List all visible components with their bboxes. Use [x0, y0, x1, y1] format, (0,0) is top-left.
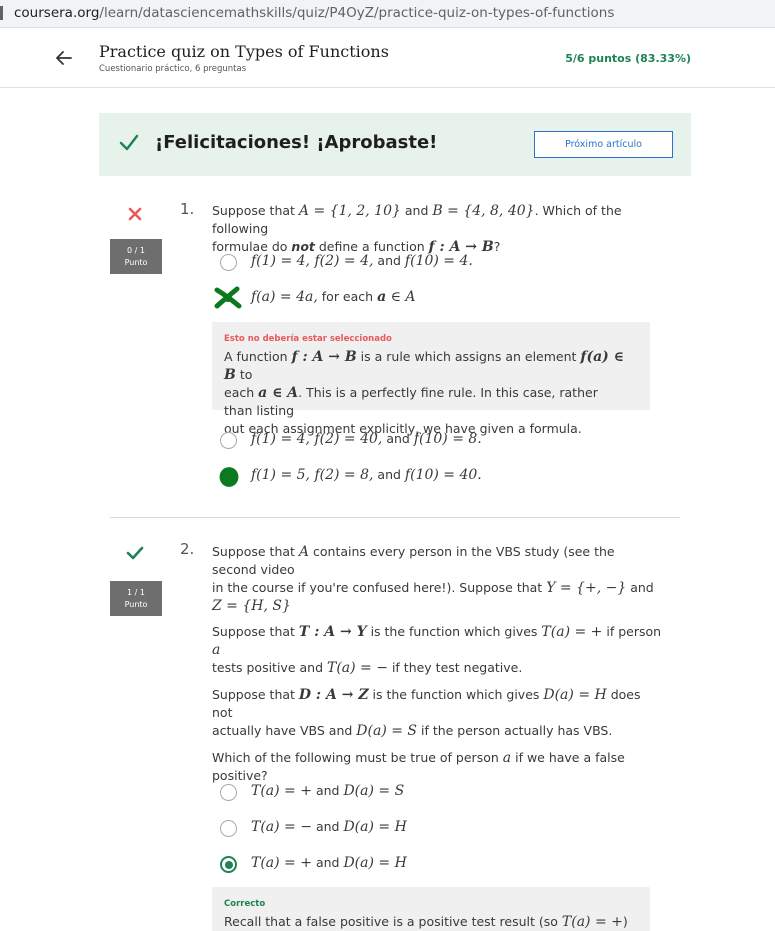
feedback-label: Correcto	[224, 899, 266, 909]
question-text: Suppose that A = {1, 2, 10} and B = {4, …	[212, 203, 622, 255]
question-number: 2.	[180, 540, 195, 558]
selected-mark-icon	[219, 467, 239, 487]
points-value: 1 / 1	[127, 588, 145, 597]
feedback-text: A function f : A → B is a rule which ass…	[224, 349, 625, 436]
points-unit: Punto	[124, 258, 148, 267]
url-text[interactable]: coursera.org/learn/datasciencemathskills…	[14, 5, 614, 21]
question-paragraph-1: Suppose that A contains every person in …	[212, 544, 654, 614]
check-icon	[119, 134, 139, 151]
radio-button[interactable]	[220, 432, 237, 449]
wrong-selection-x-icon	[214, 286, 242, 309]
radio-button[interactable]	[220, 254, 237, 271]
quiz-header: Practice quiz on Types of Functions Cues…	[0, 28, 775, 88]
points-value: 0 / 1	[127, 246, 145, 255]
score-text: 5/6 puntos (83.33%)	[565, 52, 691, 65]
feedback-text: Recall that a false positive is a positi…	[224, 914, 628, 930]
feedback-label: Esto no debería estar seleccionado	[224, 334, 392, 344]
points-badge: 1 / 1 Punto	[110, 581, 162, 616]
pass-banner: ¡Felicitaciones! ¡Aprobaste! Próximo art…	[99, 113, 691, 176]
q1-feedback: Esto no debería estar seleccionado A fun…	[212, 322, 650, 436]
page-subtitle: Cuestionario práctico, 6 preguntas	[99, 64, 247, 74]
back-arrow-icon[interactable]	[53, 47, 75, 69]
q2-feedback: Correcto Recall that a false positive is…	[212, 887, 650, 931]
question-paragraph-3: Suppose that D : A → Z is the function w…	[212, 687, 641, 739]
pass-message: ¡Felicitaciones! ¡Aprobaste!	[155, 132, 438, 153]
radio-button-selected[interactable]	[220, 856, 237, 873]
question-number: 1.	[180, 200, 195, 218]
next-item-button[interactable]: Próximo artículo	[534, 131, 673, 158]
correct-check-icon	[126, 546, 144, 560]
radio-button[interactable]	[220, 784, 237, 801]
url-edge-icon	[0, 6, 3, 20]
question-prompt: Which of the following must be true of p…	[212, 750, 625, 783]
question-divider	[110, 517, 680, 518]
incorrect-x-icon	[128, 207, 142, 221]
question-paragraph-2: Suppose that T : A → Y is the function w…	[212, 624, 662, 676]
browser-address-bar[interactable]: coursera.org/learn/datasciencemathskills…	[0, 0, 775, 28]
points-unit: Punto	[124, 600, 148, 609]
radio-button[interactable]	[220, 820, 237, 837]
points-badge: 0 / 1 Punto	[110, 239, 162, 274]
page-title: Practice quiz on Types of Functions	[99, 42, 389, 61]
